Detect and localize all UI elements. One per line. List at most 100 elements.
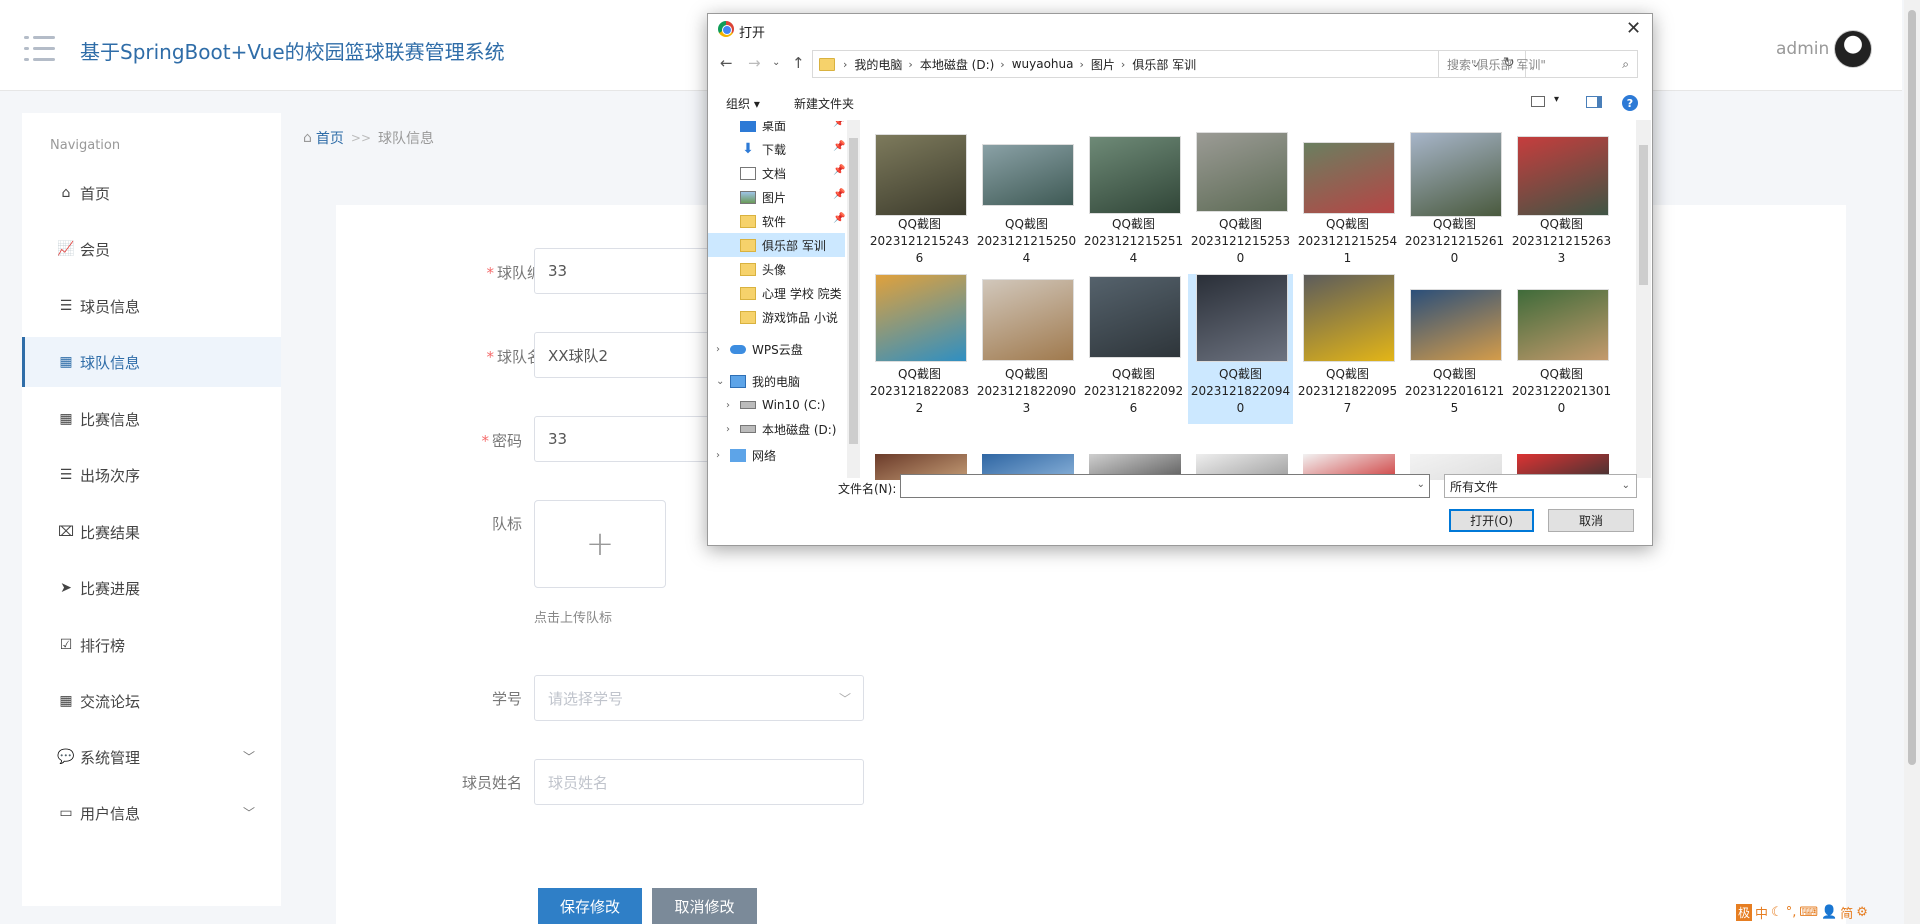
file-thumbnail[interactable]: QQ截图 2023122021301 0 xyxy=(1509,274,1614,424)
tray-item[interactable]: 简 xyxy=(1840,903,1853,922)
sidebar-item-system[interactable]: 💬 系统管理 ﹀ xyxy=(22,732,281,782)
back-arrow-icon[interactable]: ← xyxy=(720,54,733,72)
path-segment[interactable]: 图片 xyxy=(1091,56,1115,73)
file-thumbnail[interactable]: QQ截图 2023121822090 3 xyxy=(974,274,1079,424)
path-segment[interactable]: 我的电脑 xyxy=(854,56,902,73)
menu-toggle-icon[interactable] xyxy=(24,36,55,62)
chevron-down-icon[interactable]: ⌄ xyxy=(716,376,724,387)
path-segment[interactable]: wuyaohua xyxy=(1012,57,1074,71)
address-bar[interactable]: › 我的电脑 › 本地磁盘 (D:) › wuyaohua › 图片 › 俱乐部 军训 … xyxy=(812,50,1526,78)
tray-item[interactable]: 中 xyxy=(1755,903,1768,922)
tree-item-downloads[interactable]: ⬇ 下载 📌 xyxy=(708,137,845,161)
path-segment[interactable]: 本地磁盘 (D:) xyxy=(920,56,994,73)
chevron-right-icon[interactable]: › xyxy=(716,344,720,355)
file-thumbnail[interactable]: QQ截图 2023121215250 4 xyxy=(974,124,1079,274)
ime-logo-icon[interactable]: 极 xyxy=(1736,903,1753,921)
sidebar-item-lineup[interactable]: ☰ 出场次序 xyxy=(22,450,281,500)
preview-pane-icon[interactable] xyxy=(1586,96,1602,108)
file-thumbnail[interactable]: QQ截图 2023121215261 0 xyxy=(1402,124,1507,274)
breadcrumb-current: 球队信息 xyxy=(378,131,434,147)
file-id-tail: 6 xyxy=(1129,401,1138,415)
view-options-icon[interactable] xyxy=(1531,96,1545,107)
chevron-right-icon[interactable]: › xyxy=(726,424,730,435)
tree-item-documents[interactable]: 文档 📌 xyxy=(708,161,845,185)
breadcrumb-home[interactable]: 首页 xyxy=(316,128,344,148)
path-segment[interactable]: 俱乐部 军训 xyxy=(1132,56,1196,73)
file-thumbnail[interactable]: QQ截图 2023122016121 5 xyxy=(1402,274,1507,424)
tree-scrollbar-thumb[interactable] xyxy=(849,138,858,444)
sidebar-item-results[interactable]: ⌧ 比赛结果 xyxy=(22,507,281,557)
tree-item-my-computer[interactable]: ⌄ 我的电脑 xyxy=(708,369,845,393)
file-thumbnail[interactable]: QQ截图 2023121822083 2 xyxy=(867,274,972,424)
file-thumbnail[interactable]: QQ截图 2023121215254 1 xyxy=(1295,124,1400,274)
save-button[interactable]: 保存修改 xyxy=(538,888,642,924)
file-id-line: 2023121822094 xyxy=(1190,384,1291,398)
tree-item-drive-d[interactable]: › 本地磁盘 (D:) xyxy=(708,417,845,441)
dialog-cancel-button[interactable]: 取消 xyxy=(1548,509,1634,532)
sidebar-item-members[interactable]: 📈 会员 xyxy=(22,224,281,274)
close-icon[interactable]: ✕ xyxy=(1626,18,1641,39)
app-title: 基于SpringBoot+Vue的校园篮球联赛管理系统 xyxy=(80,40,505,64)
file-thumbnail[interactable]: QQ截图 2023121215243 6 xyxy=(867,124,972,274)
file-thumbnail[interactable]: QQ截图 2023121822094 0 xyxy=(1188,274,1293,424)
dialog-titlebar[interactable]: 打开 ✕ xyxy=(708,14,1652,44)
cancel-button[interactable]: 取消修改 xyxy=(652,888,757,924)
tree-item-desktop[interactable]: 桌面 📌 xyxy=(708,121,845,137)
page-scrollbar-thumb[interactable] xyxy=(1908,10,1916,765)
tree-item-wps-cloud[interactable]: › WPS云盘 xyxy=(708,337,845,361)
sidebar-item-players[interactable]: ☰ 球员信息 xyxy=(22,281,281,331)
filetype-select[interactable]: 所有文件 ⌄ xyxy=(1444,474,1637,498)
open-button[interactable]: 打开(O) xyxy=(1449,509,1534,532)
up-arrow-icon[interactable]: ↑ xyxy=(792,54,805,72)
admin-username[interactable]: admin xyxy=(1776,39,1829,59)
file-thumbnail[interactable]: QQ截图 2023121215251 4 xyxy=(1081,124,1186,274)
file-thumbnail[interactable]: QQ截图 2023121822092 6 xyxy=(1081,274,1186,424)
file-grid-scrollbar[interactable] xyxy=(1636,120,1651,478)
file-thumbnail[interactable]: QQ截图 2023121215253 0 xyxy=(1188,124,1293,274)
sidebar-item-teams[interactable]: ▦ 球队信息 xyxy=(22,337,281,387)
new-folder-button[interactable]: 新建文件夹 xyxy=(794,95,854,112)
tree-item-games[interactable]: 游戏饰品 小说 xyxy=(708,305,845,329)
tree-item-software[interactable]: 软件 📌 xyxy=(708,209,845,233)
sidebar-item-users[interactable]: ▭ 用户信息 ﹀ xyxy=(22,788,281,838)
tray-item[interactable]: ⌨ xyxy=(1799,905,1818,920)
file-grid-scrollbar-thumb[interactable] xyxy=(1639,145,1648,285)
tray-item[interactable]: ☾ xyxy=(1771,905,1783,920)
tray-item[interactable]: 👤 xyxy=(1821,905,1837,920)
file-thumbnail[interactable]: QQ截图 2023121215263 3 xyxy=(1509,124,1614,274)
help-icon[interactable]: ? xyxy=(1622,95,1638,111)
home-icon: ⌂ xyxy=(303,130,312,146)
tree-item-drive-c[interactable]: › Win10 (C:) xyxy=(708,393,845,417)
tree-item-pictures[interactable]: 图片 📌 xyxy=(708,185,845,209)
recent-chevron-icon[interactable]: ⌄ xyxy=(772,57,780,68)
tree-item-psychology[interactable]: 心理 学校 院类 xyxy=(708,281,845,305)
sidebar-item-forum[interactable]: ▦ 交流论坛 xyxy=(22,676,281,726)
file-id-tail: 0 xyxy=(1450,251,1459,265)
organize-menu[interactable]: 组织 ▾ xyxy=(726,95,760,112)
chevron-down-icon[interactable]: ▾ xyxy=(1554,94,1559,105)
sidebar-item-progress[interactable]: ➤ 比赛进展 xyxy=(22,563,281,613)
file-thumbnail[interactable]: QQ截图 2023121822095 7 xyxy=(1295,274,1400,424)
tree-scrollbar[interactable] xyxy=(847,120,860,478)
tray-item[interactable]: °, xyxy=(1786,905,1797,920)
tree-item-network[interactable]: › 网络 xyxy=(708,443,845,467)
chevron-down-icon[interactable]: ⌄ xyxy=(1417,479,1425,490)
chevron-right-icon[interactable]: › xyxy=(716,450,720,461)
user-avatar[interactable] xyxy=(1834,30,1872,68)
tree-item-avatar[interactable]: 头像 xyxy=(708,257,845,281)
dialog-toolbar: 组织 ▾ 新建文件夹 ▾ ? xyxy=(708,88,1652,118)
sidebar-item-matches[interactable]: ▦ 比赛信息 xyxy=(22,394,281,444)
student-no-select[interactable]: 请选择学号 ﹀ xyxy=(534,675,864,721)
chevron-right-icon[interactable]: › xyxy=(726,400,730,411)
filename-input[interactable]: ⌄ xyxy=(900,474,1430,498)
tray-item[interactable]: ⚙ xyxy=(1856,905,1868,920)
sidebar-item-ranking[interactable]: ☑ 排行榜 xyxy=(22,620,281,670)
folder-search-input[interactable]: 搜索"俱乐部 军训" ⌕ xyxy=(1438,50,1638,78)
forward-arrow-icon[interactable]: → xyxy=(748,54,761,72)
file-id-line: 2023121215251 xyxy=(1083,234,1184,248)
sidebar-item-home[interactable]: ⌂ 首页 xyxy=(22,168,281,218)
tree-item-club[interactable]: 俱乐部 军训 xyxy=(708,233,845,257)
player-name-input[interactable]: 球员姓名 xyxy=(534,759,864,805)
sidebar-item-label: 比赛信息 xyxy=(80,410,141,429)
logo-upload-button[interactable]: + xyxy=(534,500,666,588)
